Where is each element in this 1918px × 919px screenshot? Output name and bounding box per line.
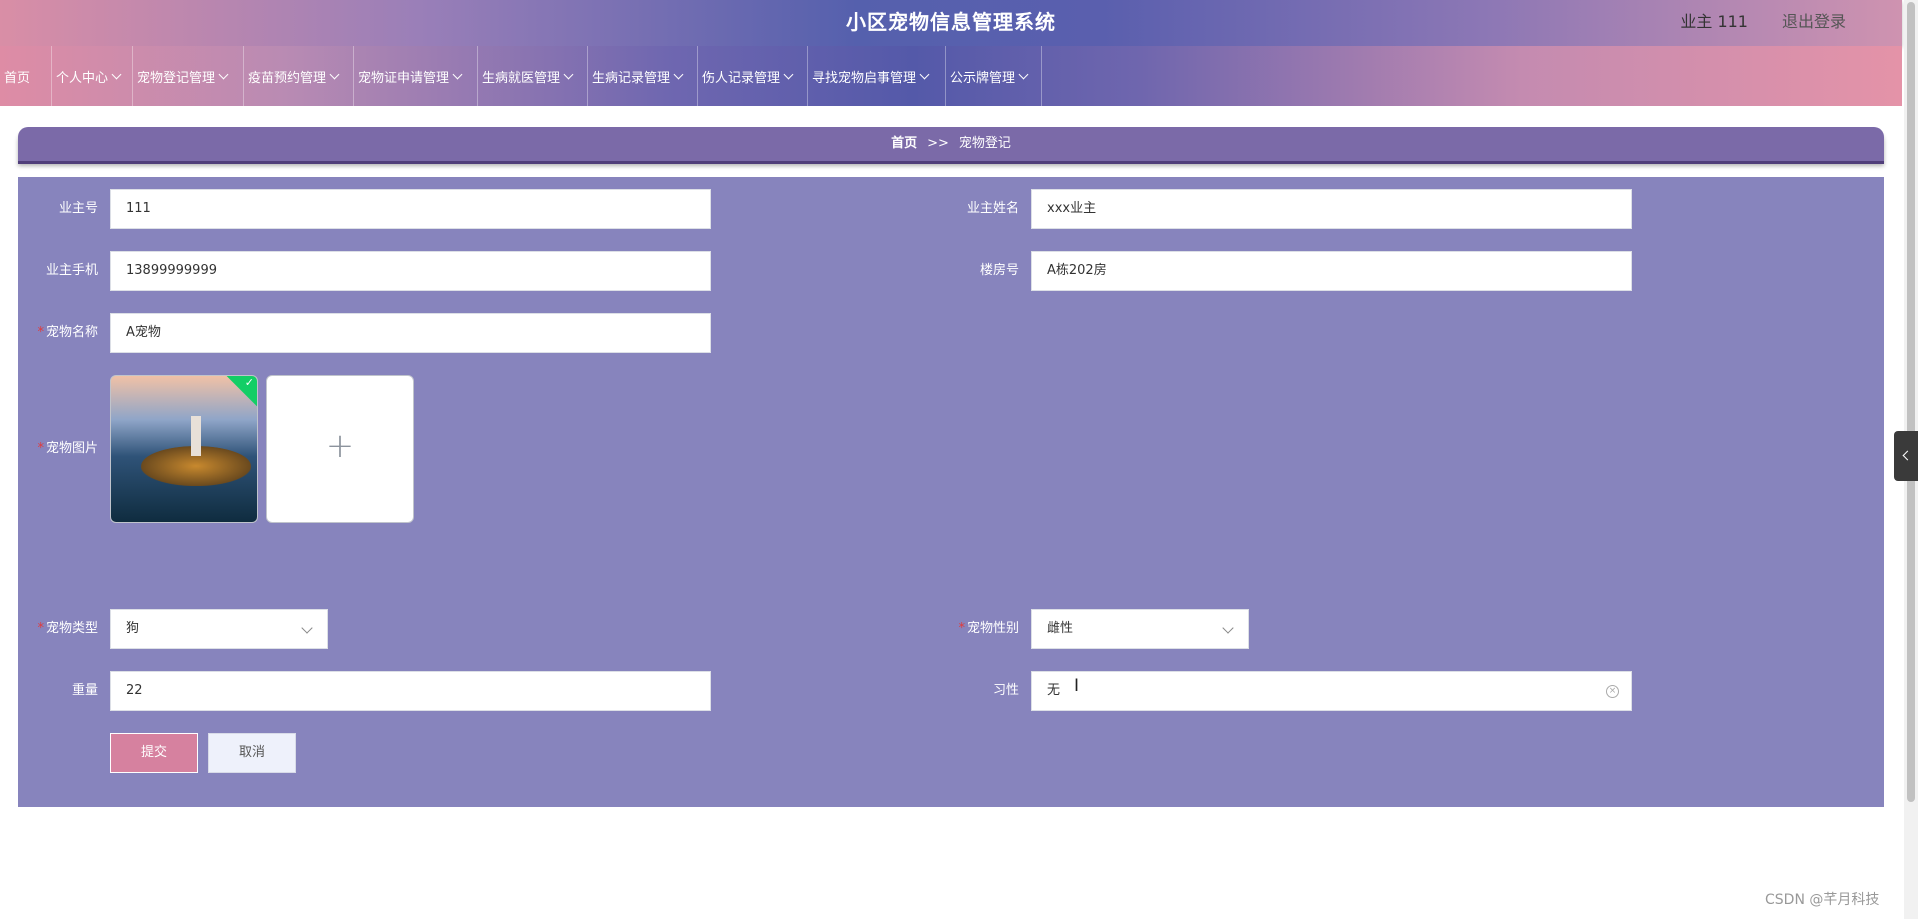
pet-name-label: * 宠物名称 bbox=[37, 325, 98, 340]
plus-icon: + bbox=[325, 426, 355, 466]
building-no-label: 楼房号 bbox=[979, 263, 1019, 278]
owner-name-input[interactable]: xxx业主 bbox=[1031, 189, 1632, 229]
nav-label: 宠物登记管理 bbox=[137, 70, 216, 86]
chevron-down-icon bbox=[301, 622, 313, 634]
watermark: CSDN @芊月科技 bbox=[1765, 892, 1880, 908]
nav-label: 疫苗预约管理 bbox=[248, 70, 327, 86]
weight-input[interactable]: 22 bbox=[110, 671, 711, 711]
habit-value: 无 bbox=[1047, 683, 1061, 698]
nav-personal-center[interactable]: 个人中心 bbox=[52, 46, 133, 106]
nav-illness-records[interactable]: 生病记录管理 bbox=[588, 46, 698, 106]
nav-label: 生病记录管理 bbox=[592, 70, 671, 86]
nav-bulletin-board[interactable]: 公示牌管理 bbox=[946, 46, 1042, 106]
main-nav: 首页 个人中心 宠物登记管理 疫苗预约管理 宠物证申请管理 生病就医管理 生病记… bbox=[0, 46, 1902, 106]
chevron-down-icon bbox=[919, 69, 930, 79]
nav-label: 生病就医管理 bbox=[482, 70, 561, 86]
owner-phone-label: 业主手机 bbox=[45, 263, 98, 278]
pet-type-select[interactable]: 狗 bbox=[110, 609, 328, 649]
scrollbar-thumb[interactable] bbox=[1907, 2, 1915, 802]
check-icon: ✓ bbox=[244, 376, 254, 389]
breadcrumb-home[interactable]: 首页 bbox=[891, 136, 917, 151]
chevron-down-icon bbox=[673, 69, 684, 79]
nav-label: 寻找宠物启事管理 bbox=[812, 70, 917, 86]
habit-label: 习性 bbox=[992, 683, 1019, 698]
system-title: 小区宠物信息管理系统 bbox=[846, 10, 1056, 34]
chevron-left-icon bbox=[1902, 450, 1913, 461]
building-no-input[interactable]: A栋202房 bbox=[1031, 251, 1632, 291]
pet-name-input[interactable]: A宠物 bbox=[110, 313, 711, 353]
weight-label: 重量 bbox=[71, 683, 98, 698]
pet-type-value: 狗 bbox=[126, 621, 140, 636]
chevron-down-icon bbox=[329, 69, 340, 79]
chevron-down-icon bbox=[1018, 69, 1029, 79]
nav-label: 伤人记录管理 bbox=[702, 70, 781, 86]
owner-no-label: 业主号 bbox=[58, 201, 98, 216]
thumbnail-tower bbox=[191, 416, 201, 456]
nav-medical-visit[interactable]: 生病就医管理 bbox=[478, 46, 588, 106]
pet-gender-value: 雌性 bbox=[1047, 621, 1074, 636]
breadcrumb-current: 宠物登记 bbox=[958, 136, 1011, 151]
pet-image-label: * 宠物图片 bbox=[37, 441, 98, 456]
required-mark: * bbox=[37, 441, 44, 456]
nav-pet-registration[interactable]: 宠物登记管理 bbox=[133, 46, 244, 106]
side-panel-toggle[interactable] bbox=[1894, 431, 1918, 481]
cancel-button[interactable]: 取消 bbox=[208, 733, 296, 773]
upload-add-button[interactable]: + bbox=[266, 375, 414, 523]
logout-link[interactable]: 退出登录 bbox=[1782, 8, 1846, 32]
submit-button[interactable]: 提交 bbox=[110, 733, 198, 773]
top-header: 小区宠物信息管理系统 业主 111 退出登录 bbox=[0, 0, 1902, 46]
nav-pet-license[interactable]: 宠物证申请管理 bbox=[354, 46, 478, 106]
chevron-down-icon bbox=[452, 69, 463, 79]
chevron-down-icon bbox=[218, 69, 229, 79]
nav-home[interactable]: 首页 bbox=[0, 46, 52, 106]
text-cursor-icon: I bbox=[1074, 676, 1080, 696]
pet-type-label: * 宠物类型 bbox=[37, 621, 98, 636]
breadcrumb: 首页 >> 宠物登记 bbox=[18, 127, 1884, 161]
required-mark: * bbox=[958, 621, 965, 636]
owner-no-input[interactable]: 111 bbox=[110, 189, 711, 229]
owner-name-label: 业主姓名 bbox=[966, 201, 1019, 216]
owner-phone-input[interactable]: 13899999999 bbox=[110, 251, 711, 291]
nav-label: 首页 bbox=[4, 70, 31, 86]
pet-gender-select[interactable]: 雌性 bbox=[1031, 609, 1249, 649]
chevron-down-icon bbox=[783, 69, 794, 79]
nav-injury-records[interactable]: 伤人记录管理 bbox=[698, 46, 808, 106]
clear-icon[interactable]: × bbox=[1606, 685, 1619, 698]
chevron-down-icon bbox=[111, 69, 122, 79]
nav-vaccine-appointment[interactable]: 疫苗预约管理 bbox=[244, 46, 354, 106]
nav-label: 公示牌管理 bbox=[950, 70, 1016, 86]
current-user: 业主 111 bbox=[1680, 12, 1748, 31]
required-mark: * bbox=[37, 621, 44, 636]
chevron-down-icon bbox=[1222, 622, 1234, 634]
pet-image-thumbnail[interactable]: ✓ bbox=[110, 375, 258, 523]
chevron-down-icon bbox=[563, 69, 574, 79]
nav-label: 个人中心 bbox=[56, 70, 109, 86]
nav-lost-pet-notices[interactable]: 寻找宠物启事管理 bbox=[808, 46, 946, 106]
breadcrumb-separator: >> bbox=[927, 136, 949, 151]
habit-input[interactable]: 无 × bbox=[1031, 671, 1632, 711]
nav-label: 宠物证申请管理 bbox=[358, 70, 450, 86]
required-mark: * bbox=[37, 325, 44, 340]
pet-gender-label: * 宠物性别 bbox=[958, 621, 1019, 636]
